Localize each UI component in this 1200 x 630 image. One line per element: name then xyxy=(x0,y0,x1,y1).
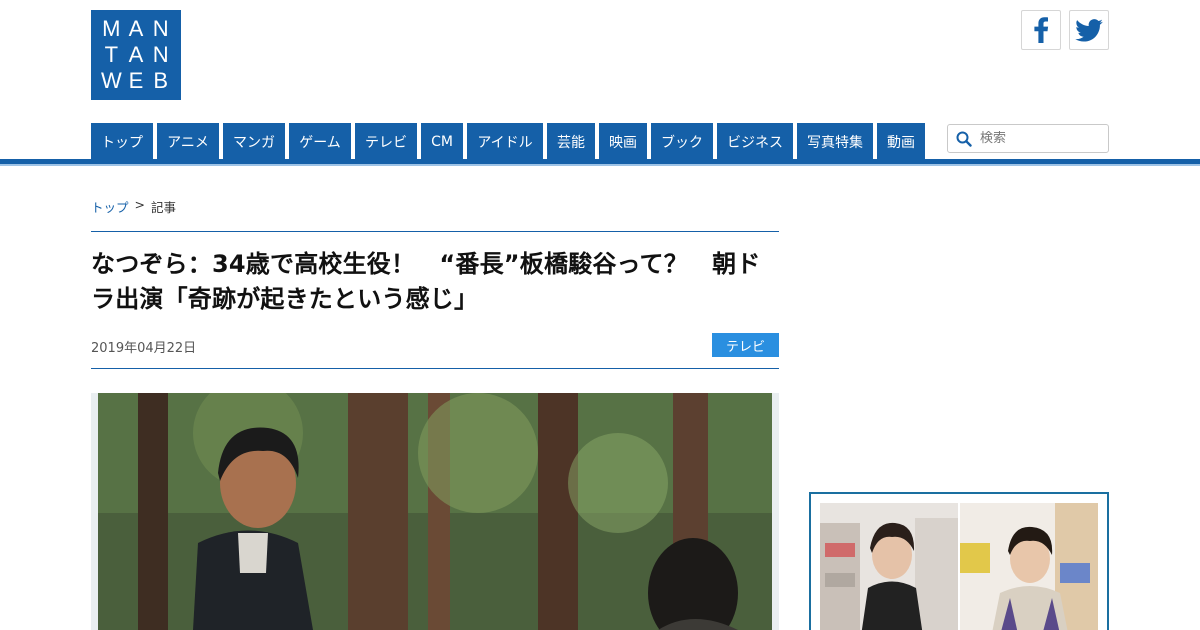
nav-item-book[interactable]: ブック xyxy=(651,123,713,160)
article-title: なつぞら：34歳で高校生役！ “番長”板橋駿谷って？ 朝ドラ出演「奇跡が起きたと… xyxy=(91,250,761,313)
photo-scene xyxy=(98,393,772,630)
search-icon xyxy=(956,131,972,147)
nav-item-geinou[interactable]: 芸能 xyxy=(547,123,595,160)
search-input[interactable] xyxy=(980,131,1100,146)
logo-letter: W xyxy=(100,68,122,93)
logo-letter: N xyxy=(152,16,169,41)
feature-image-right xyxy=(960,503,1098,630)
sidebar-feature-card[interactable] xyxy=(809,492,1109,630)
sidebar-feature-image xyxy=(820,503,1098,630)
logo-letter: A xyxy=(128,16,144,41)
nav-underline-light xyxy=(0,164,1200,166)
nav-item-idol[interactable]: アイドル xyxy=(467,123,543,160)
nav-item-cm[interactable]: CM xyxy=(421,123,463,160)
nav-item-game[interactable]: ゲーム xyxy=(289,123,351,160)
article-date: 2019年04月22日 xyxy=(91,341,197,356)
logo-letter: T xyxy=(104,42,119,67)
title-divider-top xyxy=(91,231,779,232)
facebook-button[interactable] xyxy=(1021,10,1061,50)
twitter-button[interactable] xyxy=(1069,10,1109,50)
nav-item-business[interactable]: ビジネス xyxy=(717,123,793,160)
nav-item-tv[interactable]: テレビ xyxy=(355,123,417,160)
nav-item-top[interactable]: トップ xyxy=(91,123,153,160)
breadcrumb-current: 記事 xyxy=(151,200,177,215)
title-divider-bottom xyxy=(91,368,779,369)
twitter-icon xyxy=(1075,18,1103,42)
category-badge[interactable]: テレビ xyxy=(712,333,779,357)
facebook-icon xyxy=(1034,17,1049,43)
search-box[interactable] xyxy=(947,124,1109,153)
breadcrumb-top-link[interactable]: トップ xyxy=(91,197,129,216)
nav-item-movie[interactable]: 映画 xyxy=(599,123,647,160)
main-nav: トップ アニメ マンガ ゲーム テレビ CM アイドル 芸能 映画 ブック ビジ… xyxy=(91,123,925,160)
logo-letter: B xyxy=(153,68,168,93)
nav-item-anime[interactable]: アニメ xyxy=(157,123,219,160)
logo-letter: A xyxy=(128,42,144,67)
logo-letter: M xyxy=(102,16,121,41)
article-photo[interactable] xyxy=(91,393,779,630)
breadcrumb-separator: > xyxy=(134,197,145,212)
breadcrumb: トップ > 記事 xyxy=(91,197,176,216)
site-logo[interactable]: M A N T A N W E B xyxy=(91,10,181,100)
nav-item-video[interactable]: 動画 xyxy=(877,123,925,160)
photo-illustration xyxy=(98,393,772,630)
logo-letter: N xyxy=(152,42,169,67)
feature-image-left xyxy=(820,503,958,630)
logo-letter: E xyxy=(128,68,144,93)
nav-item-photo[interactable]: 写真特集 xyxy=(797,123,873,160)
nav-item-manga[interactable]: マンガ xyxy=(223,123,285,160)
